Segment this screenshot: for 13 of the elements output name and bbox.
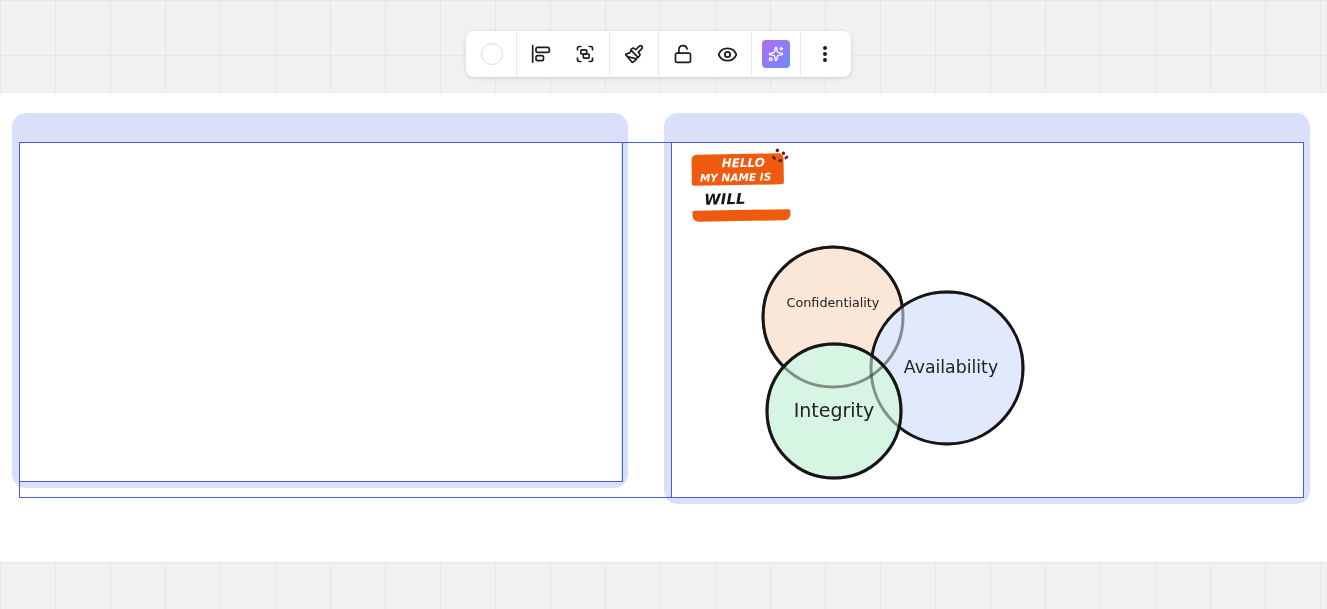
frame[interactable]: HELLO MY NAME IS WILL Confidentiality Availability Integrity	[664, 113, 1310, 504]
name-tag-text: MY NAME IS	[699, 170, 772, 184]
sparkle-icon	[768, 46, 784, 62]
venn-label: Availability	[903, 357, 999, 377]
unlock-icon	[673, 44, 693, 64]
name-tag-name: WILL	[704, 189, 746, 209]
name-tag-text: HELLO	[721, 156, 765, 172]
paintbrush-icon	[624, 44, 644, 64]
venn-label: Confidentiality	[786, 294, 880, 310]
align-left-icon	[531, 44, 551, 64]
venn-label: Integrity	[793, 398, 875, 421]
more-vertical-icon	[823, 46, 827, 62]
frame-icon	[575, 44, 595, 64]
